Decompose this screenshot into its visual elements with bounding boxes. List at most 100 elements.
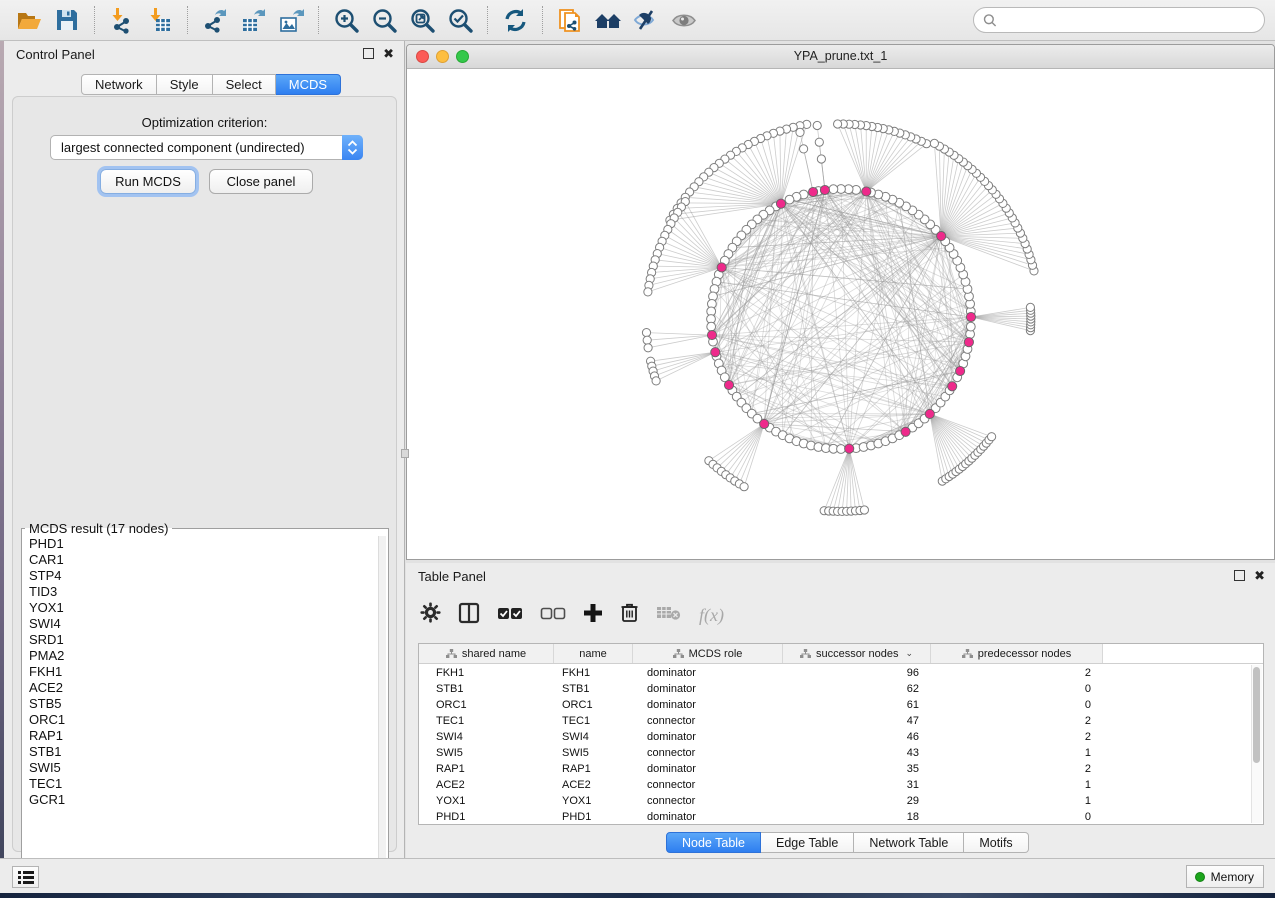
table-row[interactable]: STB1STB1dominator620 [419,681,1251,697]
close-panel-button[interactable]: Close panel [209,169,313,194]
mcds-node-item[interactable]: RAP1 [23,728,378,744]
zoom-out-icon[interactable] [369,5,399,35]
column-header-successor-nodes[interactable]: successor nodes⌄ [783,644,931,663]
graph-mcds-hub-node[interactable] [776,199,785,208]
mcds-node-item[interactable]: SWI5 [23,760,378,776]
import-table-icon[interactable] [145,5,175,35]
graph-leaf-node[interactable] [643,336,651,344]
network-window-titlebar[interactable]: YPA_prune.txt_1 [407,45,1274,69]
graph-mcds-hub-node[interactable] [809,187,818,196]
zoom-in-icon[interactable] [331,5,361,35]
close-panel-icon[interactable]: ✖ [383,48,394,59]
mcds-node-item[interactable]: PMA2 [23,648,378,664]
graph-leaf-node[interactable] [930,139,938,147]
first-neighbors-icon[interactable] [593,5,623,35]
tab-style[interactable]: Style [157,74,213,95]
memory-button[interactable]: Memory [1186,865,1264,888]
export-image-icon[interactable] [276,5,306,35]
column-header-MCDS-role[interactable]: MCDS role [633,644,783,663]
graph-mcds-hub-node[interactable] [820,185,829,194]
graph-node[interactable] [829,185,838,194]
export-table-icon[interactable] [238,5,268,35]
graph-node[interactable] [707,322,716,331]
graph-mcds-hub-node[interactable] [845,444,854,453]
show-all-icon[interactable] [669,5,699,35]
optimization-criterion-dropdown[interactable]: largest connected component (undirected) [50,135,363,160]
mcds-node-item[interactable]: PHD1 [23,536,378,552]
column-header-name[interactable]: name [554,644,633,663]
mcds-node-item[interactable]: SWI4 [23,616,378,632]
graph-leaf-node[interactable] [860,506,868,514]
graph-leaf-node[interactable] [652,377,660,385]
graph-mcds-hub-node[interactable] [862,187,871,196]
graph-node[interactable] [966,322,975,331]
graph-leaf-node[interactable] [796,128,804,136]
clone-network-icon[interactable] [555,5,585,35]
mcds-node-item[interactable]: YOX1 [23,600,378,616]
graph-leaf-node[interactable] [740,483,748,491]
delete-table-icon[interactable] [656,604,682,626]
deselect-all-icon[interactable] [540,604,566,627]
tab-network[interactable]: Network [81,74,157,95]
mcds-node-item[interactable]: FKH1 [23,664,378,680]
table-row[interactable]: TEC1TEC1connector472 [419,713,1251,729]
table-scrollbar-thumb[interactable] [1253,667,1260,763]
delete-column-icon[interactable] [620,602,639,628]
graph-mcds-hub-node[interactable] [760,419,769,428]
mcds-node-item[interactable]: STP4 [23,568,378,584]
graph-mcds-hub-node[interactable] [717,263,726,272]
graph-leaf-node[interactable] [813,121,821,129]
mcds-node-item[interactable]: TEC1 [23,776,378,792]
tab-mcds[interactable]: MCDS [276,74,341,95]
graph-leaf-node[interactable] [815,138,823,146]
float-panel-icon[interactable] [363,48,374,59]
tab-network-table[interactable]: Network Table [854,832,964,853]
mcds-node-item[interactable]: STB1 [23,744,378,760]
graph-leaf-node[interactable] [800,145,808,153]
graph-mcds-hub-node[interactable] [707,331,716,340]
mcds-node-item[interactable]: STB5 [23,696,378,712]
tab-motifs[interactable]: Motifs [964,832,1028,853]
graph-mcds-hub-node[interactable] [901,427,910,436]
graph-node[interactable] [837,445,846,454]
mcds-node-item[interactable]: GCR1 [23,792,378,808]
table-row[interactable]: SWI5SWI5connector431 [419,745,1251,761]
table-scrollbar[interactable] [1251,665,1262,823]
graph-mcds-hub-node[interactable] [956,366,965,375]
tab-select[interactable]: Select [213,74,276,95]
graph-mcds-hub-node[interactable] [937,232,946,241]
mcds-node-item[interactable]: ORC1 [23,712,378,728]
hide-selected-icon[interactable] [631,5,661,35]
table-row[interactable]: FKH1FKH1dominator962 [419,665,1251,681]
graph-mcds-hub-node[interactable] [711,348,720,357]
column-header-shared-name[interactable]: shared name [419,644,554,663]
mcds-node-item[interactable]: SRD1 [23,632,378,648]
graph-leaf-node[interactable] [817,155,825,163]
network-canvas[interactable] [407,69,1274,559]
sort-menu-icon[interactable]: ⌄ [906,648,914,659]
column-header-predecessor-nodes[interactable]: predecessor nodes [931,644,1103,663]
float-panel-icon[interactable] [1234,570,1245,581]
table-settings-icon[interactable] [420,602,441,628]
close-panel-icon[interactable]: ✖ [1254,570,1265,581]
update-network-icon[interactable] [500,5,530,35]
table-row[interactable]: SWI4SWI4dominator462 [419,729,1251,745]
graph-mcds-hub-node[interactable] [948,382,957,391]
table-row[interactable]: YOX1YOX1connector291 [419,793,1251,809]
mcds-node-item[interactable]: CAR1 [23,552,378,568]
zoom-selected-icon[interactable] [445,5,475,35]
show-column-panel-icon[interactable] [458,602,480,629]
graph-mcds-hub-node[interactable] [925,409,934,418]
open-file-icon[interactable] [14,5,44,35]
graph-leaf-node[interactable] [642,329,650,337]
mcds-list-scrollbar[interactable] [378,536,386,891]
graph-mcds-hub-node[interactable] [724,380,733,389]
graph-leaf-node[interactable] [644,344,652,352]
graph-leaf-node[interactable] [644,288,652,296]
graph-leaf-node[interactable] [988,433,996,441]
add-column-icon[interactable] [583,603,603,628]
network-graph[interactable] [407,69,1274,559]
mcds-node-item[interactable]: TID3 [23,584,378,600]
run-mcds-button[interactable]: Run MCDS [100,169,196,194]
import-network-icon[interactable] [107,5,137,35]
